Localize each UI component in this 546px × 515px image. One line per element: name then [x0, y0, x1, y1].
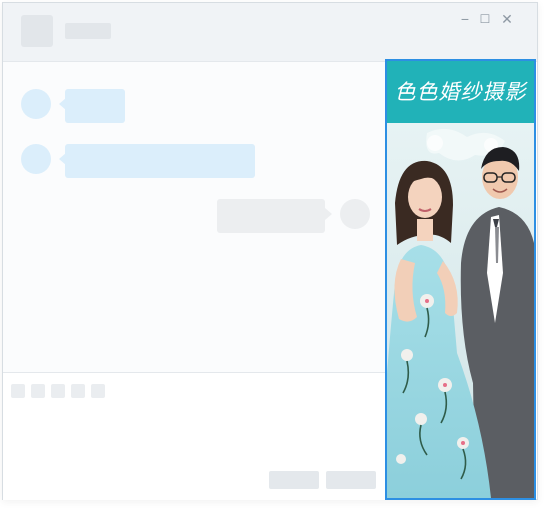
sender-avatar[interactable] — [21, 89, 51, 119]
sender-avatar[interactable] — [21, 144, 51, 174]
screenshot-tool-icon[interactable] — [71, 384, 85, 398]
ad-banner-title[interactable]: 色色婚纱摄影 — [387, 61, 534, 123]
message-composer[interactable] — [3, 372, 385, 500]
file-tool-icon[interactable] — [91, 384, 105, 398]
minimize-icon[interactable]: − — [457, 11, 473, 27]
emoji-tool-icon[interactable] — [11, 384, 25, 398]
bubble-tail — [325, 208, 332, 220]
image-tool-icon[interactable] — [51, 384, 65, 398]
outgoing-message-bubble[interactable] — [217, 199, 325, 233]
send-button[interactable] — [326, 471, 376, 489]
font-tool-icon[interactable] — [31, 384, 45, 398]
advertisement-panel[interactable]: 色色婚纱摄影 — [385, 59, 536, 500]
contact-name-placeholder — [65, 23, 111, 39]
message-area[interactable] — [3, 62, 385, 372]
close-icon[interactable]: ✕ — [499, 11, 515, 27]
wedding-couple-photo[interactable] — [387, 123, 534, 498]
close-chat-button[interactable] — [269, 471, 319, 489]
maximize-icon[interactable]: ☐ — [477, 11, 493, 27]
self-avatar[interactable] — [340, 199, 370, 229]
title-bar: − ☐ ✕ — [3, 3, 537, 62]
contact-avatar[interactable] — [21, 15, 53, 47]
incoming-message-bubble[interactable] — [65, 89, 125, 123]
incoming-message-bubble[interactable] — [65, 144, 255, 178]
